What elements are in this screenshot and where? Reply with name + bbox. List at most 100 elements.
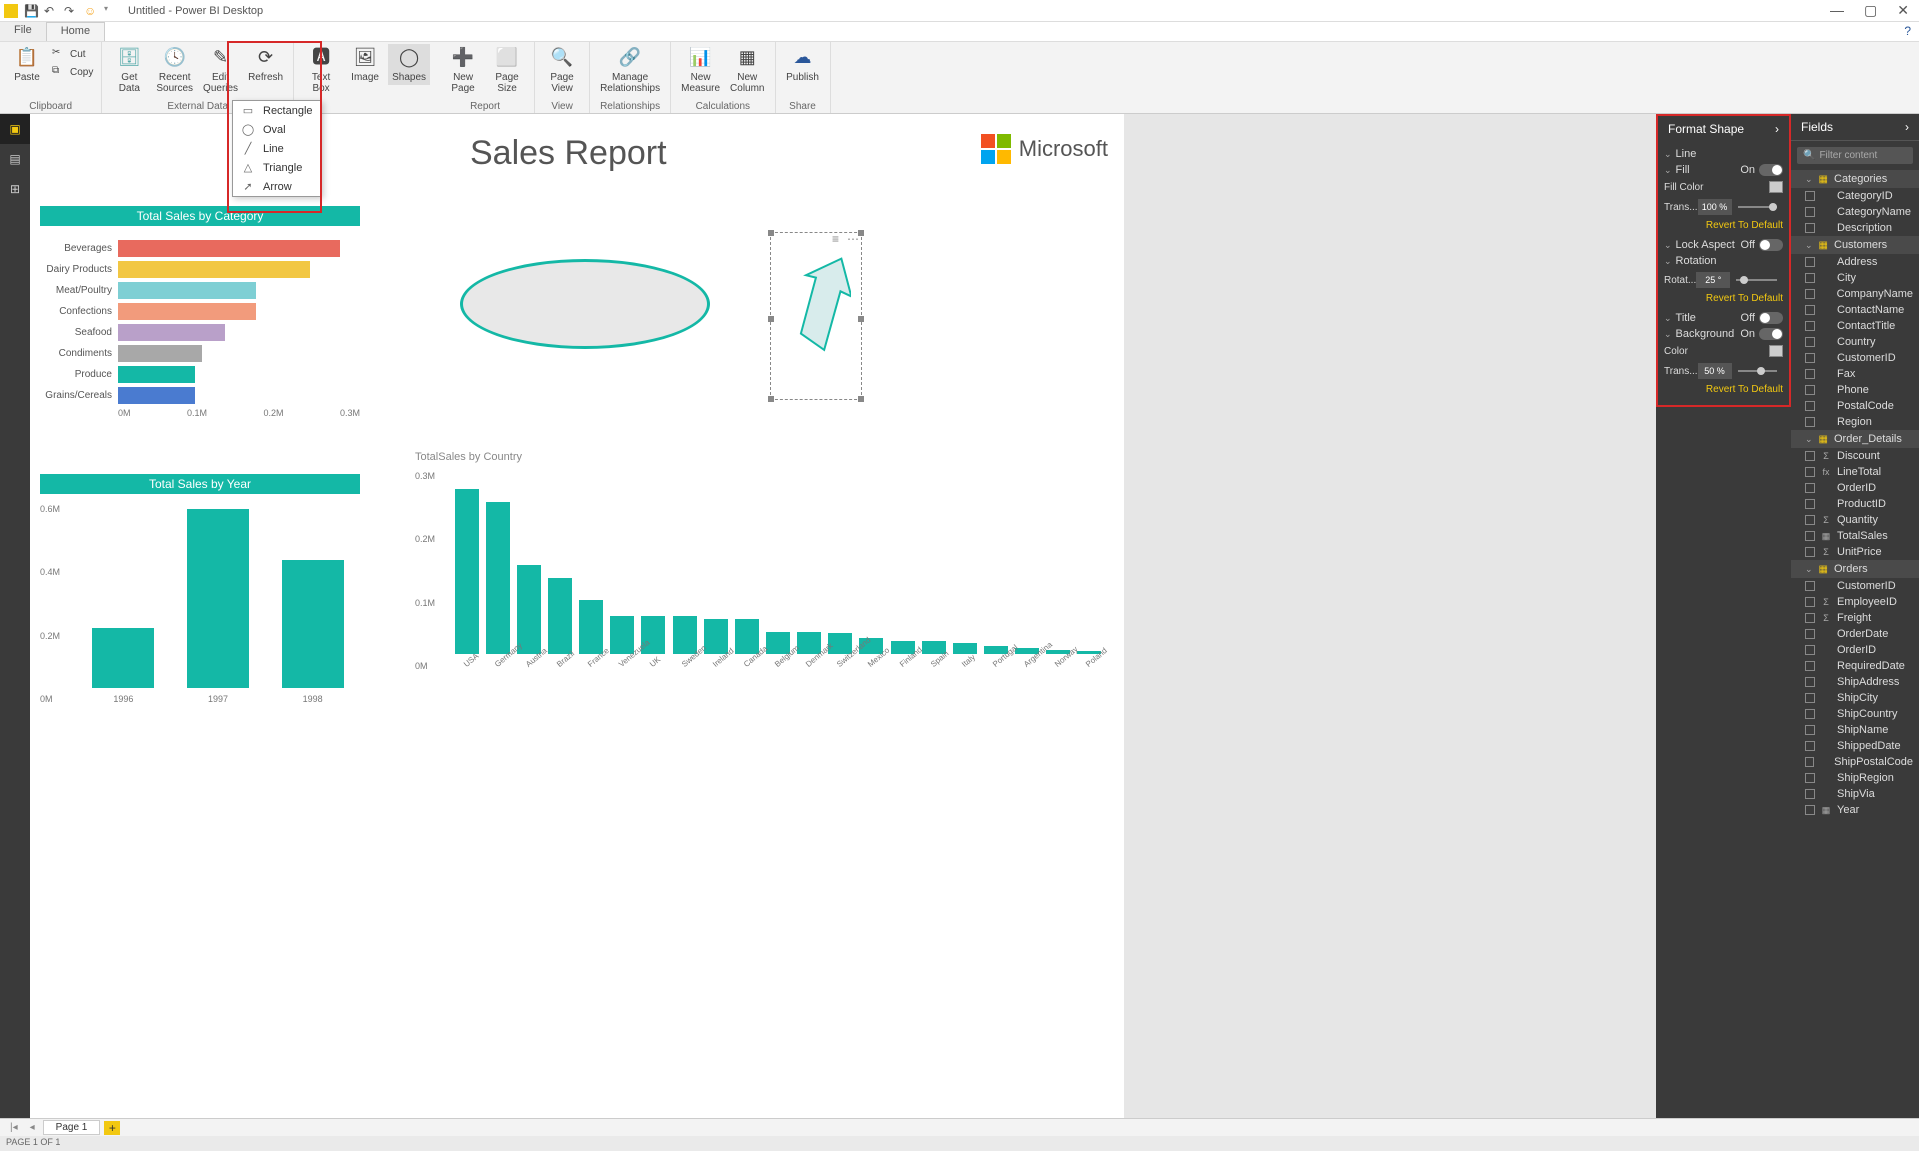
qat-dropdown-icon[interactable]: ▾ — [104, 4, 118, 18]
manage-relationships-button[interactable]: 🔗Manage Relationships — [596, 44, 664, 96]
format-bg-section[interactable]: Background — [1676, 328, 1735, 340]
nav-report-icon[interactable]: ▣ — [0, 114, 30, 144]
fill-revert[interactable]: Revert To Default — [1664, 218, 1783, 237]
redo-icon[interactable]: ↷ — [64, 4, 78, 18]
field-shipaddress[interactable]: ShipAddress — [1791, 674, 1919, 690]
table-categories[interactable]: ⌄▦Categories — [1791, 170, 1919, 188]
field-unitprice[interactable]: ΣUnitPrice — [1791, 544, 1919, 560]
fill-toggle[interactable] — [1759, 164, 1783, 176]
field-country[interactable]: Country — [1791, 334, 1919, 350]
new-column-button[interactable]: ▦New Column — [726, 44, 768, 96]
table-order_details[interactable]: ⌄▦Order_Details — [1791, 430, 1919, 448]
lock-toggle[interactable] — [1759, 239, 1783, 251]
field-productid[interactable]: ProductID — [1791, 496, 1919, 512]
field-region[interactable]: Region — [1791, 414, 1919, 430]
edit-queries-button[interactable]: ✎Edit Queries — [199, 44, 242, 96]
field-discount[interactable]: ΣDiscount — [1791, 448, 1919, 464]
format-lock-section[interactable]: Lock Aspect — [1676, 239, 1735, 251]
field-shipvia[interactable]: ShipVia — [1791, 786, 1919, 802]
field-customerid[interactable]: CustomerID — [1791, 350, 1919, 366]
collapse-icon[interactable]: › — [1905, 120, 1909, 134]
format-rotation-section[interactable]: Rotation — [1676, 255, 1717, 267]
format-line-section[interactable]: Line — [1676, 148, 1697, 160]
field-address[interactable]: Address — [1791, 254, 1919, 270]
category-chart[interactable]: Total Sales by Category BeveragesDairy P… — [40, 206, 360, 418]
field-description[interactable]: Description — [1791, 220, 1919, 236]
canvas-area[interactable]: Sales Report Microsoft Total Sales by Ca… — [30, 114, 1656, 1118]
save-icon[interactable]: 💾 — [24, 4, 38, 18]
oval-shape[interactable] — [460, 259, 710, 349]
undo-icon[interactable]: ↶ — [44, 4, 58, 18]
cut-button[interactable]: ✂Cut — [50, 46, 95, 62]
refresh-button[interactable]: ⟳Refresh — [244, 44, 287, 85]
field-freight[interactable]: ΣFreight — [1791, 610, 1919, 626]
field-orderdate[interactable]: OrderDate — [1791, 626, 1919, 642]
format-title-section[interactable]: Title — [1676, 312, 1696, 324]
field-postalcode[interactable]: PostalCode — [1791, 398, 1919, 414]
field-phone[interactable]: Phone — [1791, 382, 1919, 398]
add-page-button[interactable]: + — [104, 1121, 120, 1135]
tab-home[interactable]: Home — [46, 22, 105, 41]
bg-color-chip[interactable] — [1769, 345, 1783, 357]
field-employeeid[interactable]: ΣEmployeeID — [1791, 594, 1919, 610]
get-data-button[interactable]: 🗄Get Data — [108, 44, 150, 96]
shape-option-line[interactable]: ╱Line — [233, 139, 321, 158]
collapse-icon[interactable]: › — [1775, 122, 1779, 136]
field-quantity[interactable]: ΣQuantity — [1791, 512, 1919, 528]
image-button[interactable]: 🖼Image — [344, 44, 386, 85]
page-view-button[interactable]: 🔍Page View — [541, 44, 583, 96]
field-shippostalcode[interactable]: ShipPostalCode — [1791, 754, 1919, 770]
recent-sources-button[interactable]: 🕓Recent Sources — [152, 44, 197, 96]
title-toggle[interactable] — [1759, 312, 1783, 324]
shape-option-rectangle[interactable]: ▭Rectangle — [233, 101, 321, 120]
bg-trans-slider[interactable] — [1738, 370, 1777, 372]
rotation-revert[interactable]: Revert To Default — [1664, 291, 1783, 310]
bg-trans-value[interactable]: 50 % — [1698, 363, 1732, 379]
shape-option-triangle[interactable]: △Triangle — [233, 158, 321, 177]
field-customerid[interactable]: CustomerID — [1791, 578, 1919, 594]
fill-trans-slider[interactable] — [1738, 206, 1777, 208]
page-tab-1[interactable]: Page 1 — [43, 1120, 101, 1135]
nav-data-icon[interactable]: ▤ — [0, 144, 30, 174]
shapes-button[interactable]: ◯Shapes — [388, 44, 430, 85]
tab-file[interactable]: File — [0, 22, 46, 41]
fill-trans-value[interactable]: 100 % — [1698, 199, 1732, 215]
table-orders[interactable]: ⌄▦Orders — [1791, 560, 1919, 578]
feedback-icon[interactable]: ☺ — [84, 4, 98, 18]
field-contactname[interactable]: ContactName — [1791, 302, 1919, 318]
close-button[interactable]: ✕ — [1897, 2, 1909, 19]
help-icon[interactable]: ? — [1896, 22, 1919, 41]
field-city[interactable]: City — [1791, 270, 1919, 286]
bg-revert[interactable]: Revert To Default — [1664, 382, 1783, 401]
new-measure-button[interactable]: 📊New Measure — [677, 44, 724, 96]
page-size-button[interactable]: ⬜Page Size — [486, 44, 528, 96]
fill-color-chip[interactable] — [1769, 181, 1783, 193]
publish-button[interactable]: ☁Publish — [782, 44, 824, 85]
field-shipcity[interactable]: ShipCity — [1791, 690, 1919, 706]
table-customers[interactable]: ⌄▦Customers — [1791, 236, 1919, 254]
drag-handle-icon[interactable]: ≡ — [832, 232, 839, 246]
filter-input[interactable]: 🔍Filter content — [1797, 147, 1913, 164]
field-categoryname[interactable]: CategoryName — [1791, 204, 1919, 220]
paste-button[interactable]: 📋Paste — [6, 44, 48, 85]
shape-option-oval[interactable]: ◯Oval — [233, 120, 321, 139]
maximize-button[interactable]: ▢ — [1864, 2, 1877, 19]
field-contacttitle[interactable]: ContactTitle — [1791, 318, 1919, 334]
nav-model-icon[interactable]: ⊞ — [0, 174, 30, 204]
bg-toggle[interactable] — [1759, 328, 1783, 340]
year-chart[interactable]: Total Sales by Year 0.6M0.4M0.2M0M199619… — [40, 474, 360, 704]
shape-option-arrow[interactable]: ➚Arrow — [233, 177, 321, 196]
minimize-button[interactable]: — — [1830, 2, 1844, 19]
field-categoryid[interactable]: CategoryID — [1791, 188, 1919, 204]
field-shipname[interactable]: ShipName — [1791, 722, 1919, 738]
field-orderid[interactable]: OrderID — [1791, 642, 1919, 658]
field-year[interactable]: ▦Year — [1791, 802, 1919, 818]
page-first-icon[interactable]: |◂ — [6, 1122, 22, 1133]
text-box-button[interactable]: 🅰Text Box — [300, 44, 342, 96]
copy-button[interactable]: ⧉Copy — [50, 64, 95, 80]
field-shippeddate[interactable]: ShippedDate — [1791, 738, 1919, 754]
format-fill-section[interactable]: Fill — [1676, 164, 1690, 176]
field-fax[interactable]: Fax — [1791, 366, 1919, 382]
field-companyname[interactable]: CompanyName — [1791, 286, 1919, 302]
field-orderid[interactable]: OrderID — [1791, 480, 1919, 496]
